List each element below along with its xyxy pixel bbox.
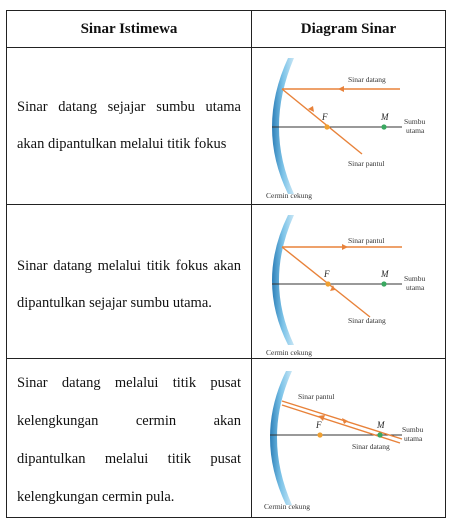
diagram-focus-ray: Sinar pantul F M Sumbu utama Sinar datan… xyxy=(266,215,426,357)
incoming-arrow-icon xyxy=(338,86,344,92)
mirror-label: Cermin cekung xyxy=(266,348,312,357)
incoming-ray xyxy=(281,246,371,318)
mirror-label: Cermin cekung xyxy=(264,502,310,511)
focus-label: F xyxy=(323,269,330,279)
header-ray-diagram: Diagram Sinar xyxy=(300,20,397,37)
reflected-label: Sinar pantul xyxy=(298,392,334,401)
concave-mirror xyxy=(272,215,294,345)
row-1-text: Sinar datang sejajar sumbu utama akan di… xyxy=(17,99,241,152)
center-point xyxy=(381,281,387,287)
center-point xyxy=(381,124,387,130)
focus-point xyxy=(325,281,331,287)
axis-label-line1: Sumbu xyxy=(402,425,424,434)
concave-mirror xyxy=(270,371,292,505)
axis-label-line2: utama xyxy=(406,283,425,292)
ray-table: Sinar Istimewa Diagram Sinar Sinar datan… xyxy=(6,10,446,518)
center-label: M xyxy=(380,112,389,122)
diagram-center-ray: Sinar pantul F M Sumbu utama Sinar datan… xyxy=(264,371,424,511)
reflected-label: Sinar pantul xyxy=(348,236,384,245)
diagram-parallel-ray: Sinar datang F M Sumbu utama Sinar pantu… xyxy=(266,58,426,200)
axis-label-line2: utama xyxy=(406,126,425,135)
row-2-text: Sinar datang melalui titik fokus akan di… xyxy=(17,258,241,311)
center-label: M xyxy=(380,269,389,279)
axis-label-line1: Sumbu xyxy=(404,274,426,283)
incoming-label: Sinar datang xyxy=(352,442,390,451)
header-special-rays: Sinar Istimewa xyxy=(80,20,178,37)
center-point xyxy=(377,432,383,438)
axis-label-line2: utama xyxy=(404,434,423,443)
incoming-label: Sinar datang xyxy=(348,316,386,325)
focus-point xyxy=(317,432,323,438)
concave-mirror xyxy=(272,58,294,194)
focus-label: F xyxy=(321,112,328,122)
focus-point xyxy=(324,124,330,130)
reflected-label: Sinar pantul xyxy=(348,159,384,168)
incoming-label: Sinar datang xyxy=(348,75,386,84)
center-label: M xyxy=(376,420,385,430)
row-3-text: Sinar datang melalui titik pusat kelengk… xyxy=(17,375,241,505)
mirror-label: Cermin cekung xyxy=(266,191,312,200)
axis-label-line1: Sumbu xyxy=(404,117,426,126)
focus-label: F xyxy=(315,420,322,430)
